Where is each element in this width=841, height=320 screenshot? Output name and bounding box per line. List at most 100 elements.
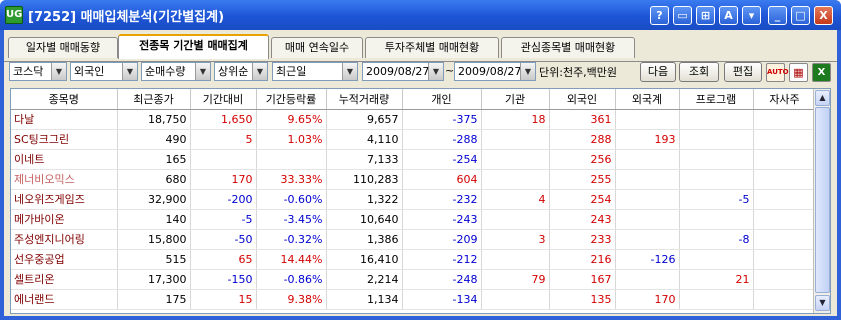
next-button[interactable]: 다음 (640, 62, 676, 82)
table-row[interactable]: 메가바이온 140 -5 -3.45% 10,640 -243 243 (11, 209, 817, 230)
auto-refresh-icon[interactable]: AUTO (766, 63, 789, 82)
investor-select[interactable]: 외국인 ▼ (70, 62, 138, 81)
excel-export-icon[interactable]: X (812, 63, 831, 82)
table-cell: -248 (402, 269, 482, 290)
chevron-down-icon[interactable]: ▼ (195, 63, 210, 80)
col-header-close[interactable]: 최근종가 (117, 89, 191, 110)
col-header-change[interactable]: 기간대비 (190, 89, 257, 110)
title-bar[interactable]: UG [7252] 매매입체분석(기간별집계) ? ▭ ⊞ A ▾ _ □ X (0, 0, 841, 30)
stock-name-cell[interactable]: 메가바이온 (11, 209, 118, 230)
chevron-down-icon[interactable]: ▼ (342, 63, 357, 80)
stock-table: 종목명 최근종가 기간대비 기간등락률 누적거래량 개인 기관 외국인 외국계 … (11, 89, 817, 310)
stock-name-cell[interactable]: 셀트리온 (11, 269, 118, 290)
stock-name-cell[interactable]: 다날 (11, 109, 118, 130)
table-cell: 2,214 (326, 269, 403, 290)
col-header-name[interactable]: 종목명 (11, 89, 118, 110)
close-button[interactable]: X (814, 6, 833, 25)
table-cell (615, 189, 680, 210)
table-row[interactable]: 네오위즈게임즈 32,900 -200 -0.60% 1,322 -232 4 254 -5 (11, 189, 817, 210)
window-title: [7252] 매매입체분석(기간별집계) (28, 10, 225, 25)
chevron-down-icon[interactable]: ▼ (252, 63, 267, 80)
table-cell: 233 (549, 229, 616, 250)
table-cell: -0.86% (256, 269, 327, 290)
table-cell: 167 (549, 269, 616, 290)
period-select[interactable]: 최근일 ▼ (272, 62, 358, 81)
stock-name-cell[interactable]: 선우중공업 (11, 249, 118, 270)
sort-select[interactable]: 순매수량 ▼ (141, 62, 211, 81)
col-header-change-rate[interactable]: 기간등락률 (256, 89, 327, 110)
table-cell: 515 (117, 249, 191, 270)
settings-menu-button[interactable]: ▾ (742, 6, 761, 25)
table-cell: 9,657 (326, 109, 403, 130)
table-row[interactable]: 이네트 165 7,133 -254 256 (11, 149, 817, 170)
table-cell: -150 (190, 269, 257, 290)
date-to-field[interactable]: 2009/08/27 ▼ (454, 62, 536, 81)
col-header-volume[interactable]: 누적거래량 (326, 89, 403, 110)
table-cell (481, 149, 550, 170)
sort-select-value: 순매수량 (145, 65, 186, 78)
col-header-program[interactable]: 프로그램 (679, 89, 754, 110)
link-button[interactable]: ⊞ (696, 6, 715, 25)
table-cell: 18 (481, 109, 550, 130)
table-cell (481, 249, 550, 270)
table-row[interactable]: 주성엔지니어링 15,800 -50 -0.32% 1,386 -209 3 233 -8 (11, 229, 817, 250)
tab-period-aggregate[interactable]: 전종목 기간별 매매집계 (118, 34, 269, 59)
maximize-button[interactable]: □ (791, 6, 810, 25)
table-cell: -200 (190, 189, 257, 210)
table-cell: 110,283 (326, 169, 403, 190)
table-row[interactable]: SC팅크그린 490 5 1.03% 4,110 -288 288 193 (11, 129, 817, 150)
grid-settings-icon[interactable]: ▦ (789, 63, 808, 82)
stock-name-cell[interactable]: 에너랜드 (11, 289, 118, 310)
tab-investor-status[interactable]: 투자주체별 매매현황 (365, 37, 499, 58)
scroll-up-icon[interactable]: ▲ (815, 90, 830, 106)
col-header-individual[interactable]: 개인 (402, 89, 482, 110)
tab-consecutive-days[interactable]: 매매 연속일수 (271, 37, 363, 58)
rank-select[interactable]: 상위순 ▼ (214, 62, 268, 81)
chevron-down-icon[interactable]: ▼ (122, 63, 137, 80)
table-cell: -134 (402, 289, 482, 310)
table-cell (679, 249, 754, 270)
table-cell: 680 (117, 169, 191, 190)
table-row[interactable]: 선우중공업 515 65 14.44% 16,410 -212 216 -126 (11, 249, 817, 270)
table-cell: -232 (402, 189, 482, 210)
table-cell: 216 (549, 249, 616, 270)
tab-watchlist-status[interactable]: 관심종목별 매매현황 (501, 37, 635, 58)
window-mode-button[interactable]: ▭ (673, 6, 692, 25)
table-row[interactable]: 에너랜드 175 15 9.38% 1,134 -134 135 170 (11, 289, 817, 310)
scroll-thumb[interactable] (815, 107, 830, 293)
calendar-dropdown-icon[interactable]: ▼ (520, 63, 535, 80)
stock-name-cell[interactable]: 네오위즈게임즈 (11, 189, 118, 210)
table-cell: 65 (190, 249, 257, 270)
date-from-field[interactable]: 2009/08/27 ▼ (362, 62, 444, 81)
table-row[interactable]: 다날 18,750 1,650 9.65% 9,657 -375 18 361 (11, 109, 817, 130)
col-header-treasury[interactable]: 자사주 (753, 89, 817, 110)
stock-name-cell[interactable]: SC팅크그린 (11, 129, 118, 150)
table-row[interactable]: 셀트리온 17,300 -150 -0.86% 2,214 -248 79 167 21 (11, 269, 817, 290)
chevron-down-icon[interactable]: ▼ (51, 63, 66, 80)
query-button[interactable]: 조회 (679, 62, 719, 82)
col-header-institution[interactable]: 기관 (481, 89, 550, 110)
scroll-down-icon[interactable]: ▼ (815, 295, 830, 311)
edit-button[interactable]: 편집 (724, 62, 762, 82)
vertical-scrollbar[interactable]: ▲ ▼ (813, 89, 830, 313)
stock-name-cell[interactable]: 제너비오믹스 (11, 169, 118, 190)
table-cell (753, 109, 817, 130)
stock-name-cell[interactable]: 이네트 (11, 149, 118, 170)
col-header-foreigner[interactable]: 외국인 (549, 89, 616, 110)
app-logo-icon: UG (5, 6, 23, 24)
help-button[interactable]: ? (650, 6, 669, 25)
stock-name-cell[interactable]: 주성엔지니어링 (11, 229, 118, 250)
font-size-button[interactable]: A (719, 6, 738, 25)
table-cell (753, 169, 817, 190)
table-cell: -3.45% (256, 209, 327, 230)
table-header-row: 종목명 최근종가 기간대비 기간등락률 누적거래량 개인 기관 외국인 외국계 … (11, 89, 817, 110)
table-row[interactable]: 제너비오믹스 680 170 33.33% 110,283 604 255 (11, 169, 817, 190)
market-select[interactable]: 코스닥 ▼ (9, 62, 67, 81)
table-cell: 14.44% (256, 249, 327, 270)
table-cell: 243 (549, 209, 616, 230)
minimize-button[interactable]: _ (768, 6, 787, 25)
tab-daily-trading[interactable]: 일자별 매매동향 (8, 37, 118, 58)
table-cell: -0.60% (256, 189, 327, 210)
calendar-dropdown-icon[interactable]: ▼ (428, 63, 443, 80)
col-header-foreign-broker[interactable]: 외국계 (615, 89, 680, 110)
